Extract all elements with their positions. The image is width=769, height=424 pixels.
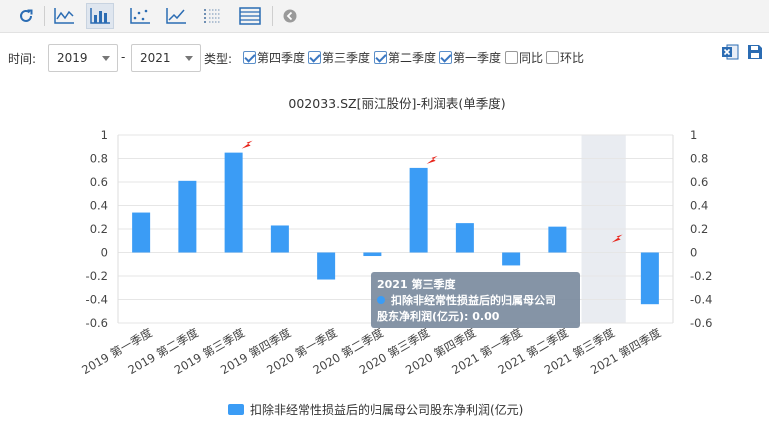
- excel-icon: [722, 44, 739, 60]
- save-button[interactable]: [747, 44, 763, 60]
- checkbox-label: 同比: [519, 50, 544, 65]
- checkbox-qoq[interactable]: 环比: [546, 49, 584, 65]
- checkbox-q4[interactable]: 第四季度: [243, 49, 305, 65]
- filter-bar: 时间: 2019 - 2021 类型: 第四季度 第三季度 第二季度 第一季度 …: [0, 38, 769, 78]
- bar: [363, 252, 382, 257]
- bar: [455, 223, 474, 253]
- legend-label: 扣除非经常性损益后的归属母公司股东净利润(亿元): [250, 403, 524, 417]
- y-tick-label-left: -0.6: [86, 316, 108, 330]
- bar: [178, 180, 197, 253]
- tooltip-series-label: 扣除非经常性损益后的归属母公司: [391, 294, 556, 307]
- bar-chart-icon: [90, 8, 110, 24]
- y-tick-label-left: -0.4: [86, 293, 108, 307]
- bar-chart: 002033.SZ[丽江股份]-利润表(单季度) 1 0.8 0.6 0.4 0.2 0 -…: [79, 96, 712, 377]
- range-dash: -: [121, 50, 126, 64]
- y-tick-label-right: -0.6: [690, 316, 712, 330]
- chart-tooltip: 2021 第三季度 扣除非经常性损益后的归属母公司 股东净利润(亿元): 0.0…: [371, 272, 580, 328]
- collapse-button[interactable]: [276, 3, 304, 29]
- checkbox-label: 第二季度: [388, 50, 437, 65]
- y-tick-label-right: 0.8: [690, 152, 708, 166]
- toolbar-separator: [272, 6, 273, 26]
- bar: [548, 226, 567, 253]
- chevron-down-icon: [102, 56, 110, 61]
- bar: [502, 252, 521, 266]
- toolbar: [0, 0, 769, 33]
- checkbox-q1[interactable]: 第一季度: [439, 49, 501, 65]
- checkbox-box[interactable]: [505, 50, 518, 64]
- checkbox-box[interactable]: [243, 50, 256, 64]
- start-year-value: 2019: [57, 51, 88, 65]
- checkbox-label: 第四季度: [257, 50, 306, 65]
- checkbox-label: 第三季度: [322, 50, 371, 65]
- data-list-button[interactable]: [236, 3, 264, 29]
- chart-title: 002033.SZ[丽江股份]-利润表(单季度): [288, 96, 505, 111]
- checkbox-box[interactable]: [308, 50, 321, 64]
- y-tick-label-right: 0.4: [690, 199, 708, 213]
- refresh-icon: [20, 9, 33, 22]
- toolbar-separator: [44, 6, 45, 26]
- checkbox-box[interactable]: [546, 50, 559, 64]
- flag-marker-icon: [426, 155, 438, 164]
- scatter-chart-icon: [130, 8, 150, 24]
- chevron-down-icon: [185, 56, 193, 61]
- y-tick-label-right: 0: [690, 246, 697, 260]
- checkbox-box[interactable]: [439, 50, 452, 64]
- line-chart-icon: [54, 8, 74, 24]
- type-label: 类型:: [204, 52, 233, 66]
- table-list-button[interactable]: [198, 3, 226, 29]
- collapse-icon: [283, 9, 297, 23]
- line-chart-button[interactable]: [50, 3, 78, 29]
- refresh-button[interactable]: [12, 3, 40, 29]
- export-excel-button[interactable]: [721, 43, 739, 61]
- bar: [640, 252, 659, 305]
- table-list-icon: [204, 9, 220, 23]
- bar: [132, 212, 151, 253]
- bar-chart-button[interactable]: [86, 3, 114, 29]
- y-tick-label-left: -0.2: [86, 269, 108, 283]
- y-tick-label-left: 0.6: [90, 175, 108, 189]
- bar: [270, 225, 289, 253]
- y-tick-label-right: -0.2: [690, 269, 712, 283]
- checkbox-label: 第一季度: [453, 50, 502, 65]
- y-tick-label-right: 0.2: [690, 222, 708, 236]
- checkbox-q3[interactable]: 第三季度: [308, 49, 370, 65]
- end-year-value: 2021: [140, 51, 171, 65]
- y-tick-label-right: 1: [690, 128, 697, 142]
- y-tick-label-left: 0.4: [90, 199, 108, 213]
- time-label: 时间:: [8, 52, 37, 66]
- flag-marker-icon: [241, 140, 253, 149]
- y-tick-label-right: 0.6: [690, 175, 708, 189]
- tooltip-value: 股东净利润(亿元): 0.00: [377, 310, 500, 323]
- save-icon: [748, 45, 762, 59]
- y-tick-label-left: 1: [101, 128, 108, 142]
- checkbox-label: 环比: [560, 50, 585, 65]
- legend-swatch: [228, 404, 244, 415]
- end-year-select[interactable]: 2021: [131, 44, 201, 72]
- tooltip-title: 2021 第三季度: [377, 278, 456, 291]
- y-tick-label-left: 0: [101, 246, 108, 260]
- scatter-chart-button[interactable]: [126, 3, 154, 29]
- y-tick-label-left: 0.8: [90, 152, 108, 166]
- bar: [224, 152, 243, 253]
- y-tick-label-right: -0.4: [690, 293, 712, 307]
- bar: [409, 167, 428, 253]
- bar: [317, 252, 336, 280]
- y-tick-label-left: 0.2: [90, 222, 108, 236]
- trend-chart-button[interactable]: [162, 3, 190, 29]
- checkbox-yoy[interactable]: 同比: [505, 49, 543, 65]
- data-list-icon: [239, 7, 261, 25]
- checkbox-q2[interactable]: 第二季度: [374, 49, 436, 65]
- chart-area: 002033.SZ[丽江股份]-利润表(单季度) 1 0.8 0.6 0.4 0.2 0 -…: [0, 80, 769, 404]
- trend-chart-icon: [166, 8, 186, 24]
- checkbox-box[interactable]: [374, 50, 387, 64]
- chart-legend[interactable]: 扣除非经常性损益后的归属母公司股东净利润(亿元): [228, 401, 523, 418]
- start-year-select[interactable]: 2019: [48, 44, 118, 72]
- tooltip-series-line: 扣除非经常性损益后的归属母公司: [377, 293, 574, 309]
- series-dot-icon: [377, 296, 385, 304]
